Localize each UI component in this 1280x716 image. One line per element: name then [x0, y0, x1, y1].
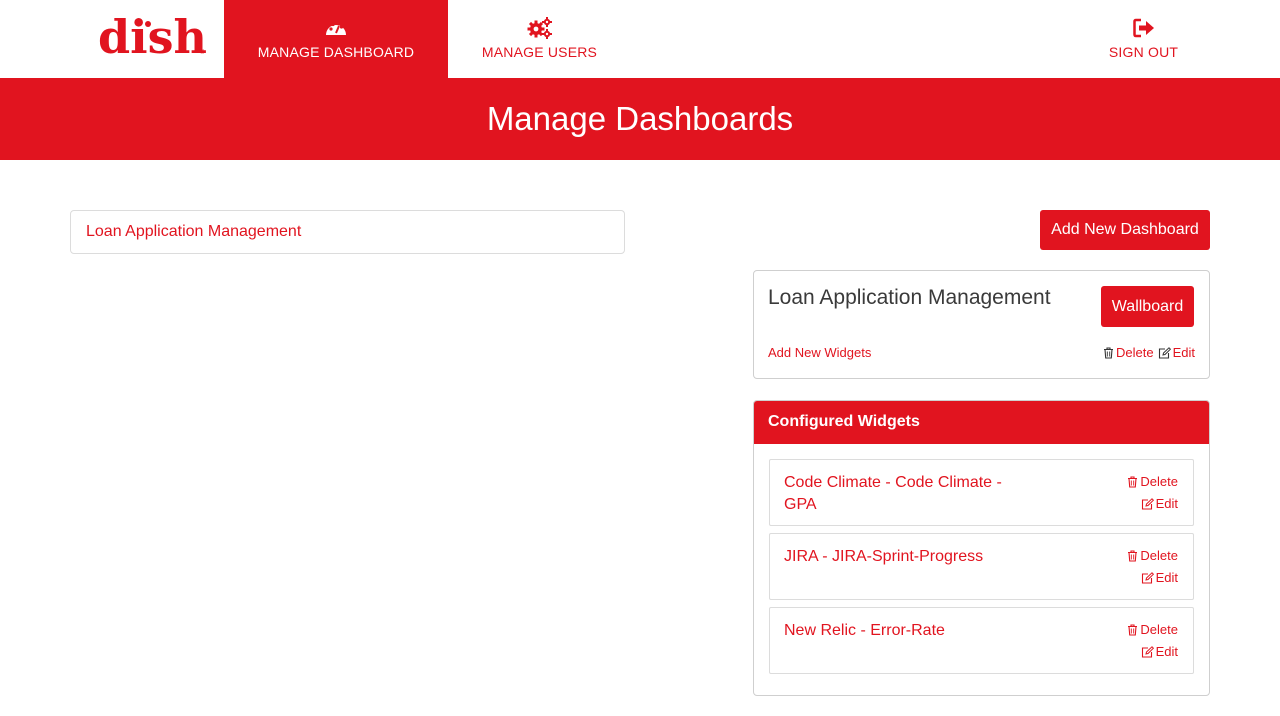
- nav-manage-dashboard[interactable]: MANAGE DASHBOARD: [224, 0, 448, 78]
- widget-delete-link[interactable]: Delete: [1127, 474, 1178, 489]
- dish-logo[interactable]: dish ®: [96, 10, 207, 64]
- widget-edit-label: Edit: [1155, 570, 1178, 585]
- configured-widgets-panel: Configured Widgets Code Climate - Code C…: [753, 400, 1210, 696]
- dashboard-detail-card: Loan Application Management Wallboard Ad…: [753, 270, 1210, 379]
- add-new-widgets-link[interactable]: Add New Widgets: [768, 345, 871, 360]
- widget-row: Code Climate - Code Climate - GPA Delete…: [769, 459, 1194, 526]
- nav-sign-out[interactable]: SIGN OUT: [1076, 0, 1211, 78]
- dashboard-edit-label: Edit: [1172, 345, 1195, 360]
- widget-name[interactable]: JIRA - JIRA-Sprint-Progress: [784, 546, 1014, 568]
- nav-manage-dashboard-label: MANAGE DASHBOARD: [257, 44, 415, 60]
- widget-edit-link[interactable]: Edit: [1141, 570, 1178, 585]
- nav-manage-users-label: MANAGE USERS: [481, 44, 598, 60]
- widget-name[interactable]: Code Climate - Code Climate - GPA: [784, 472, 1014, 516]
- dashboard-detail-title: Loan Application Management: [768, 286, 1051, 309]
- svg-text:®: ®: [200, 49, 205, 56]
- trash-icon: [1103, 346, 1114, 359]
- widget-delete-link[interactable]: Delete: [1127, 622, 1178, 637]
- edit-icon: [1141, 571, 1154, 584]
- sign-out-icon: [1132, 17, 1155, 39]
- widget-edit-link[interactable]: Edit: [1141, 496, 1178, 511]
- dashboard-delete-link[interactable]: Delete: [1103, 345, 1154, 360]
- trash-icon: [1127, 623, 1138, 636]
- widget-edit-link[interactable]: Edit: [1141, 644, 1178, 659]
- trash-icon: [1127, 549, 1138, 562]
- trash-icon: [1127, 475, 1138, 488]
- svg-text:dish: dish: [98, 10, 206, 62]
- dashboard-edit-link[interactable]: Edit: [1158, 345, 1195, 360]
- dashboard-delete-label: Delete: [1116, 345, 1154, 360]
- widget-row: New Relic - Error-Rate Delete Edit: [769, 607, 1194, 674]
- widget-edit-label: Edit: [1155, 496, 1178, 511]
- widget-delete-label: Delete: [1140, 474, 1178, 489]
- widget-delete-label: Delete: [1140, 548, 1178, 563]
- nav-manage-users[interactable]: MANAGE USERS: [448, 0, 631, 78]
- widget-delete-link[interactable]: Delete: [1127, 548, 1178, 563]
- widget-name[interactable]: New Relic - Error-Rate: [784, 620, 1014, 642]
- page-header-banner: Manage Dashboards: [0, 78, 1280, 160]
- top-navbar: dish ® MANAGE DASHBOARD MANAGE USERS SIG…: [0, 0, 1280, 78]
- dashboard-list-item[interactable]: Loan Application Management: [70, 210, 625, 254]
- dashboard-gauge-icon: [324, 17, 348, 39]
- configured-widgets-heading: Configured Widgets: [754, 401, 1209, 444]
- gears-icon: [527, 17, 553, 39]
- page-title: Manage Dashboards: [486, 100, 794, 137]
- dashboard-actions: Delete Edit: [1103, 345, 1195, 360]
- widget-delete-label: Delete: [1140, 622, 1178, 637]
- edit-icon: [1141, 645, 1154, 658]
- wallboard-button[interactable]: Wallboard: [1101, 286, 1194, 327]
- add-new-dashboard-button[interactable]: Add New Dashboard: [1040, 210, 1210, 250]
- edit-icon: [1158, 346, 1171, 359]
- edit-icon: [1141, 497, 1154, 510]
- widget-row: JIRA - JIRA-Sprint-Progress Delete Edit: [769, 533, 1194, 600]
- nav-sign-out-label: SIGN OUT: [1108, 44, 1179, 60]
- widget-edit-label: Edit: [1155, 644, 1178, 659]
